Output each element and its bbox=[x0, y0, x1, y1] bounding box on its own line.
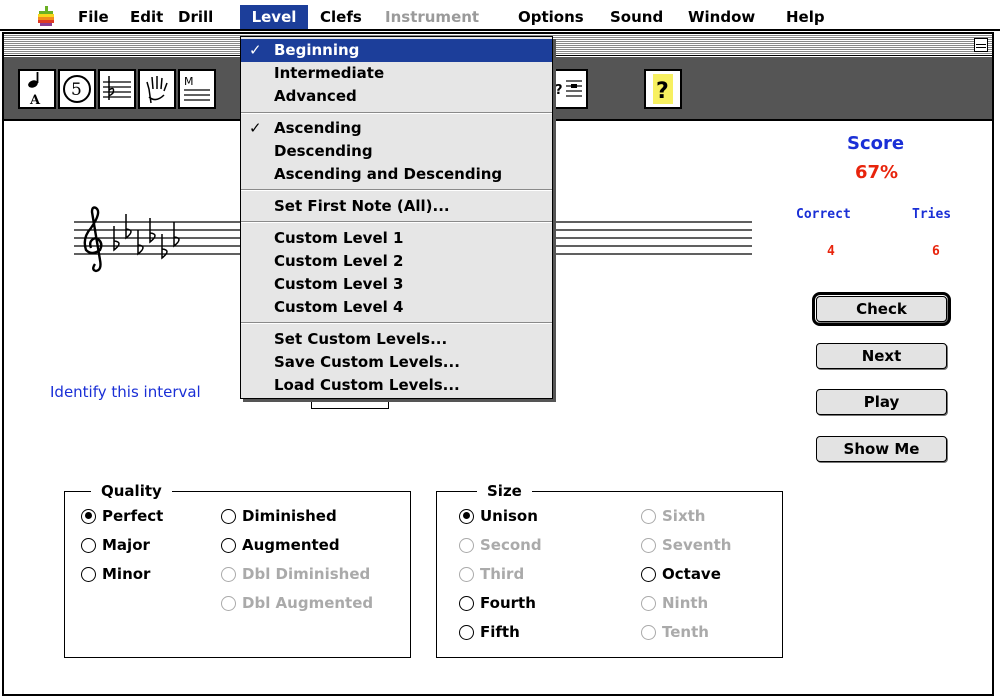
menu-item-set-custom-levels[interactable]: Set Custom Levels... bbox=[241, 328, 552, 351]
show-me-button[interactable]: Show Me bbox=[816, 436, 947, 462]
menu-edit[interactable]: Edit bbox=[126, 6, 167, 28]
menu-clefs[interactable]: Clefs bbox=[316, 6, 366, 28]
quality-title: Quality bbox=[91, 481, 172, 501]
radio-unison[interactable]: Unison bbox=[459, 507, 538, 525]
svg-text:A: A bbox=[29, 93, 41, 106]
menu-item-beginning[interactable]: ✓ Beginning bbox=[241, 39, 552, 62]
menu-item-set-first-note[interactable]: Set First Note (All)... bbox=[241, 195, 552, 218]
menu-help[interactable]: Help bbox=[782, 6, 829, 28]
radio-dot-icon bbox=[459, 595, 474, 611]
svg-text:?: ? bbox=[656, 79, 669, 104]
radio-dot-icon bbox=[221, 566, 236, 582]
radio-dot-icon bbox=[641, 624, 656, 640]
radio-dot-icon bbox=[641, 508, 656, 524]
radio-third[interactable]: Third bbox=[459, 565, 524, 583]
radio-fifth[interactable]: Fifth bbox=[459, 623, 520, 641]
svg-text:M: M bbox=[184, 75, 194, 88]
menu-separator bbox=[241, 112, 552, 114]
help-icon[interactable]: ? bbox=[644, 69, 682, 109]
menu-separator bbox=[241, 322, 552, 324]
menu-item-custom-level-3[interactable]: Custom Level 3 bbox=[241, 273, 552, 296]
radio-minor[interactable]: Minor bbox=[81, 565, 150, 583]
zoom-box-icon[interactable] bbox=[974, 38, 988, 52]
radio-fourth[interactable]: Fourth bbox=[459, 594, 536, 612]
radio-dot-icon bbox=[221, 508, 236, 524]
radio-second[interactable]: Second bbox=[459, 536, 542, 554]
menu-item-ascending-and-descending[interactable]: Ascending and Descending bbox=[241, 163, 552, 186]
radio-seventh[interactable]: Seventh bbox=[641, 536, 731, 554]
radio-ninth[interactable]: Ninth bbox=[641, 594, 708, 612]
tries-count: 6 bbox=[932, 244, 940, 259]
svg-text:5: 5 bbox=[71, 80, 82, 100]
menu-window[interactable]: Window bbox=[684, 6, 759, 28]
staff-m-icon[interactable]: M bbox=[178, 69, 216, 109]
radio-dot-icon bbox=[221, 595, 236, 611]
radio-tenth[interactable]: Tenth bbox=[641, 623, 709, 641]
score-title: Score bbox=[847, 133, 905, 154]
checkmark-icon: ✓ bbox=[249, 41, 262, 59]
correct-count: 4 bbox=[827, 244, 835, 259]
radio-perfect[interactable]: Perfect bbox=[81, 507, 163, 525]
menu-sound[interactable]: Sound bbox=[606, 6, 667, 28]
menu-level[interactable]: Level bbox=[240, 5, 308, 29]
menu-item-intermediate[interactable]: Intermediate bbox=[241, 62, 552, 85]
quality-group: Quality Perfect Major Minor Diminished A… bbox=[64, 481, 411, 658]
radio-diminished[interactable]: Diminished bbox=[221, 507, 337, 525]
radio-dot-icon bbox=[459, 566, 474, 582]
radio-octave[interactable]: Octave bbox=[641, 565, 721, 583]
menu-file[interactable]: File bbox=[74, 6, 113, 28]
menu-options[interactable]: Options bbox=[514, 6, 588, 28]
radio-dot-icon bbox=[221, 537, 236, 553]
radio-dot-icon bbox=[81, 537, 96, 553]
radio-augmented[interactable]: Augmented bbox=[221, 536, 340, 554]
question-staff-icon[interactable]: ? bbox=[550, 69, 588, 109]
level-menu: ✓ Beginning Intermediate Advanced ✓ Ascend… bbox=[240, 36, 553, 399]
menu-item-custom-level-4[interactable]: Custom Level 4 bbox=[241, 296, 552, 319]
check-button[interactable]: Check bbox=[812, 292, 951, 326]
menu-item-load-custom-levels[interactable]: Load Custom Levels... bbox=[241, 374, 552, 397]
radio-major[interactable]: Major bbox=[81, 536, 150, 554]
radio-dot-icon bbox=[641, 537, 656, 553]
menu-instrument[interactable]: Instrument bbox=[381, 6, 483, 28]
next-button[interactable]: Next bbox=[816, 343, 947, 369]
menu-item-save-custom-levels[interactable]: Save Custom Levels... bbox=[241, 351, 552, 374]
note-a-icon[interactable]: A bbox=[18, 69, 56, 109]
prompt-text: Identify this interval bbox=[50, 383, 201, 401]
apple-menu-icon[interactable] bbox=[36, 5, 56, 27]
radio-sixth[interactable]: Sixth bbox=[641, 507, 705, 525]
radio-dbl-diminished[interactable]: Dbl Diminished bbox=[221, 565, 370, 583]
tries-label: Tries bbox=[912, 207, 952, 222]
radio-dot-icon bbox=[641, 595, 656, 611]
size-title: Size bbox=[477, 481, 532, 501]
radio-dot-icon bbox=[459, 624, 474, 640]
menu-item-advanced[interactable]: Advanced bbox=[241, 85, 552, 108]
correct-label: Correct bbox=[796, 207, 851, 222]
menu-item-ascending[interactable]: ✓ Ascending bbox=[241, 117, 552, 140]
size-group: Size Unison Second Third Fourth Fifth Si… bbox=[436, 481, 783, 658]
radio-dot-icon bbox=[459, 508, 474, 524]
menu-item-custom-level-1[interactable]: Custom Level 1 bbox=[241, 227, 552, 250]
menu-drill[interactable]: Drill bbox=[174, 6, 217, 28]
radio-dot-icon bbox=[641, 566, 656, 582]
checkmark-icon: ✓ bbox=[249, 119, 262, 137]
staff-icon[interactable] bbox=[98, 69, 136, 109]
radio-dot-icon bbox=[81, 566, 96, 582]
treble-clef-icon bbox=[83, 206, 103, 273]
radio-dbl-augmented[interactable]: Dbl Augmented bbox=[221, 594, 373, 612]
menu-item-descending[interactable]: Descending bbox=[241, 140, 552, 163]
flat-icon bbox=[113, 214, 180, 260]
circle-five-icon[interactable]: 5 bbox=[58, 69, 96, 109]
score-percent: 67% bbox=[855, 162, 899, 183]
menu-item-custom-level-2[interactable]: Custom Level 2 bbox=[241, 250, 552, 273]
menu-separator bbox=[241, 221, 552, 223]
hand-icon[interactable] bbox=[138, 69, 176, 109]
play-button[interactable]: Play bbox=[816, 389, 947, 415]
svg-text:?: ? bbox=[555, 83, 563, 98]
menu-bar: File Edit Drill Level Clefs Instrument O… bbox=[0, 0, 1000, 31]
radio-dot-icon bbox=[459, 537, 474, 553]
menu-separator bbox=[241, 189, 552, 191]
radio-dot-icon bbox=[81, 508, 96, 524]
